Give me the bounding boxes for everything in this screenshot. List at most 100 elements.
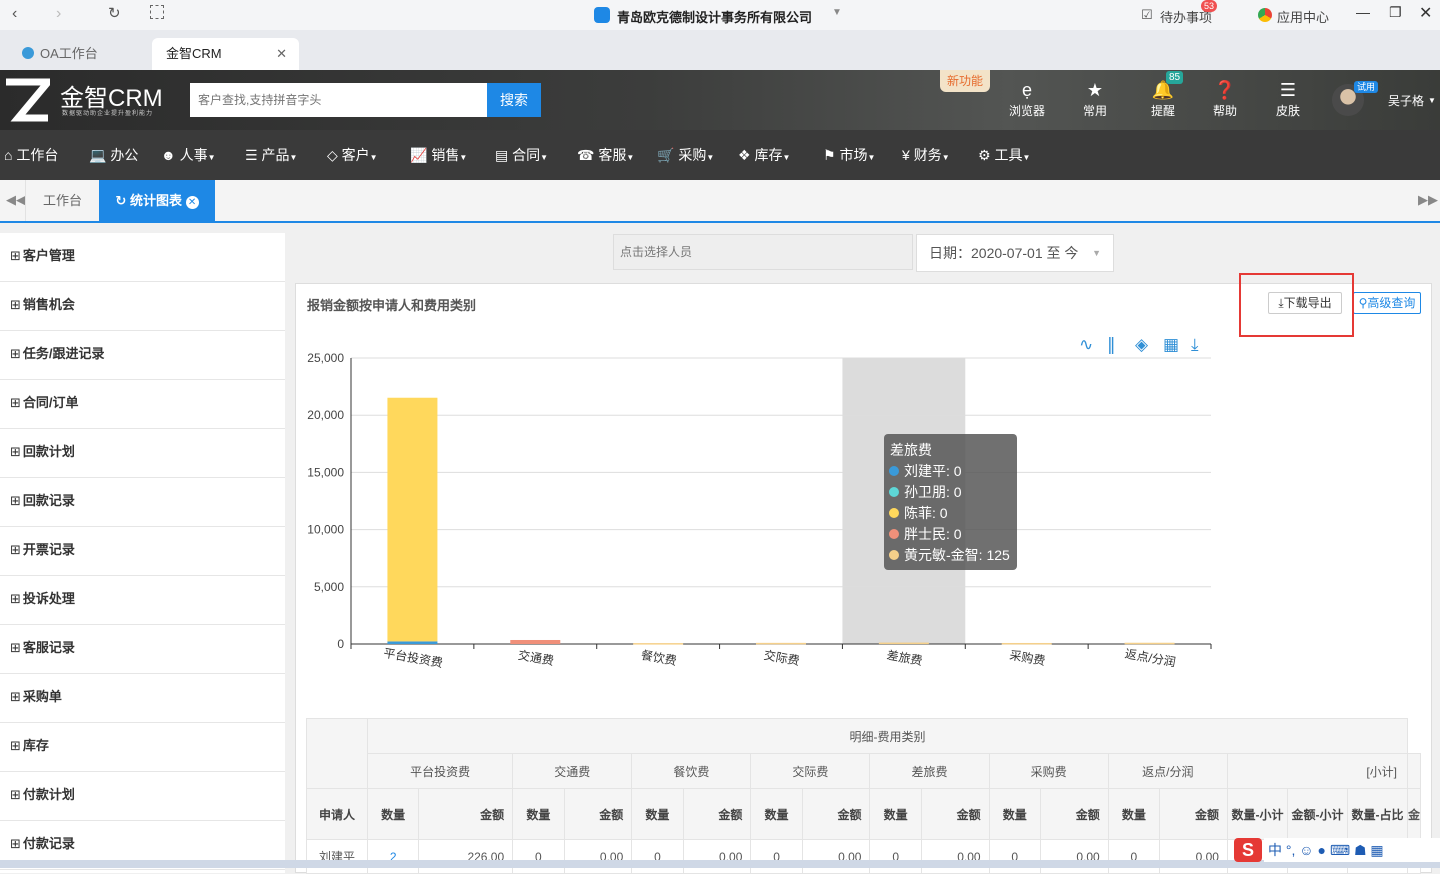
sidebar-item[interactable]: ⊞ 回款计划 (0, 429, 285, 478)
tab-statistics-chart[interactable]: ↻ 统计图表 ✕ (99, 180, 215, 221)
gear-icon: ⚙ (978, 147, 991, 163)
browser-tab-crm[interactable]: 金智CRM ✕ (152, 38, 299, 70)
caret-icon: ▼ (706, 153, 715, 162)
search-button[interactable]: 搜索 (487, 83, 541, 117)
nav-item-customer[interactable]: ◇ 客户▼ (327, 130, 378, 180)
sogou-ime-icon[interactable]: S (1234, 838, 1262, 862)
table-cell: 0.00 (920, 839, 990, 874)
ime-toolbar[interactable]: 中 °, ☺ ● ⌨ ☗ ▦ (1264, 838, 1440, 862)
nav-item-product[interactable]: ☰ 产品▼ (245, 130, 297, 180)
sidebar-item[interactable]: ⊞ 客户管理 (0, 233, 285, 282)
sidebar-item[interactable]: ⊞ 销售机会 (0, 282, 285, 331)
diamond-icon: ◇ (327, 147, 338, 163)
nav-item-market[interactable]: ⚑ 市场▼ (823, 130, 875, 180)
nav-label: 销售 (431, 147, 460, 163)
skin-button[interactable]: ☰ 皮肤 (1263, 78, 1313, 119)
table-cell[interactable]: 2 (366, 839, 420, 874)
nav-item-hr[interactable]: ☻ 人事▼ (161, 130, 216, 180)
bar-4-4 (878, 642, 929, 645)
back-arrow-icon[interactable]: ‹ (12, 5, 17, 23)
minimize-icon[interactable]: — (1356, 4, 1370, 20)
help-label: 帮助 (1212, 104, 1237, 118)
sidebar-item[interactable]: ⊞ 任务/跟进记录 (0, 331, 285, 380)
fullscreen-icon[interactable] (150, 5, 164, 19)
nav-item-service[interactable]: ☎ 客服▼ (577, 130, 634, 180)
date-range-select[interactable]: 日期：2020-07-01 至 今 ▼ (916, 234, 1114, 272)
sidebar-item[interactable]: ⊞ 客服记录 (0, 625, 285, 674)
nav-item-tools[interactable]: ⚙ 工具▼ (978, 130, 1030, 180)
sidebar-item[interactable]: ⊞ 开票记录 (0, 527, 285, 576)
advanced-search-button[interactable]: ⚲高级查询 (1353, 292, 1421, 314)
customer-search-input[interactable] (190, 83, 487, 117)
todo-badge: 53 (1201, 0, 1218, 12)
home-icon: ⌂ (4, 147, 13, 163)
sidebar-item[interactable]: ⊞ 采购单 (0, 674, 285, 723)
nav-item-finance[interactable]: ¥ 财务▼ (902, 130, 950, 180)
row-applicant: 刘建平 (306, 839, 368, 874)
sidebar-item[interactable]: ⊞ 付款计划 (0, 772, 285, 821)
nav-item-workbench[interactable]: ⌂ 工作台 (4, 130, 58, 180)
table-cell: 0.00 (1039, 839, 1109, 874)
browser-tab-oa[interactable]: OA工作台 (8, 38, 148, 70)
tabs-scroll-right-icon[interactable]: ▶▶ (1418, 192, 1438, 208)
help-button[interactable]: ❓ 帮助 (1200, 78, 1250, 119)
skin-icon: ☰ (1279, 80, 1297, 100)
close-tab-icon[interactable]: ✕ (185, 196, 199, 209)
new-feature-badge[interactable]: 新功能 (940, 70, 990, 92)
refresh-icon[interactable]: ↻ (115, 193, 126, 208)
taskbar (0, 860, 1440, 868)
sidebar-item[interactable]: ⊞ 回款记录 (0, 478, 285, 527)
x-tick-label: 返点/分润 (1124, 647, 1177, 670)
user-dropdown-icon[interactable]: ▼ (1428, 96, 1436, 105)
tab-label: 统计图表 (129, 193, 182, 208)
reminder-label: 提醒 (1150, 104, 1175, 118)
forward-arrow-icon[interactable]: › (56, 5, 61, 23)
sidebar-item[interactable]: ⊞ 合同/订单 (0, 380, 285, 429)
reload-icon[interactable]: ↻ (108, 4, 121, 22)
nav-label: 财务 (913, 147, 942, 163)
sidebar-item[interactable]: ⊞ 投诉处理 (0, 576, 285, 625)
shirt-icon: ☗ (1353, 842, 1367, 858)
tabs-scroll-left-icon[interactable]: ◀◀ (6, 192, 26, 208)
caret-icon: ▼ (782, 153, 791, 162)
nav-label: 采购 (678, 147, 707, 163)
x-tick-label: 平台投资费 (382, 645, 444, 670)
nav-item-contract[interactable]: ▤ 合同▼ (495, 130, 548, 180)
favorites-label: 常用 (1082, 104, 1107, 118)
sidebar-item[interactable]: ⊞ 库存 (0, 723, 285, 772)
cart-icon: 🛒 (657, 147, 675, 163)
close-tab-icon[interactable]: ✕ (276, 38, 287, 70)
table-cell: 0.00 (801, 839, 871, 874)
app-center-link[interactable]: 应用中心 (1277, 7, 1329, 26)
chevron-down-icon[interactable]: ▼ (832, 7, 842, 18)
sidebar-item-label: 客户管理 (22, 248, 75, 263)
tab-workbench[interactable]: 工作台 (25, 180, 99, 221)
table-cell: 0.00 (1159, 839, 1228, 874)
browser-tab-label: 金智CRM (166, 46, 222, 61)
sidebar-item-label: 回款记录 (22, 493, 75, 508)
restore-icon[interactable]: ❐ (1389, 4, 1402, 21)
favorites-button[interactable]: ★ 常用 (1070, 78, 1120, 119)
nav-item-inventory[interactable]: ❖ 库存▼ (738, 130, 790, 180)
user-name[interactable]: 吴子格 (1388, 92, 1424, 109)
oa-favicon-icon (22, 47, 34, 59)
person-select[interactable]: 点击选择人员 (613, 234, 913, 270)
reminder-button[interactable]: 🔔 提醒 (1138, 78, 1188, 119)
browser-button[interactable]: ẹ 浏览器 (1002, 78, 1052, 119)
page-title[interactable]: 青岛欧克德制设计事务所有限公司 (617, 7, 812, 26)
category-header: 交通费 (512, 753, 633, 789)
expand-icon: ⊞ (10, 395, 21, 410)
close-icon[interactable]: ✕ (1419, 3, 1432, 23)
nav-item-office[interactable]: 💻 办公 (89, 130, 138, 180)
y-tick-label: 0 (337, 637, 344, 651)
nav-item-sales[interactable]: 📈 销售▼ (410, 130, 467, 180)
y-tick-label: 20,000 (307, 408, 344, 422)
category-header: 平台投资费 (366, 753, 514, 789)
bar-3-1 (510, 639, 561, 644)
nav-item-purchase[interactable]: 🛒 采购▼ (657, 130, 714, 180)
caret-icon: ▼ (626, 153, 635, 162)
crm-header: 金智CRM 数据驱动助企业提升盈利能力 搜索 新功能 ẹ浏览器 ★常用 🔔提醒 … (0, 70, 1440, 130)
tile-icon: ▦ (1163, 335, 1179, 355)
question-icon: ❓ (1213, 80, 1237, 100)
table-cell: 0.00 (563, 839, 633, 874)
